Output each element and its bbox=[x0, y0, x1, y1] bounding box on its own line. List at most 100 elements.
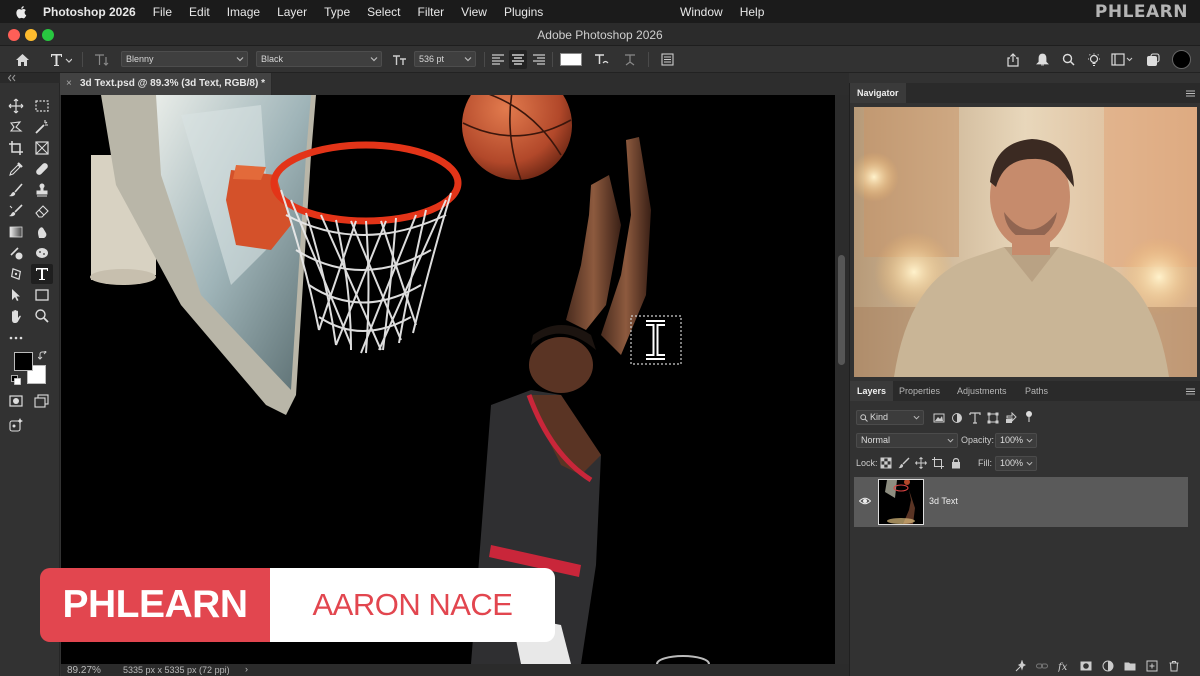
blend-mode-dropdown[interactable]: Normal bbox=[856, 433, 958, 448]
foreground-color-swatch[interactable] bbox=[14, 352, 33, 371]
vertical-scrollbar[interactable] bbox=[835, 95, 849, 664]
panel-menu-icon[interactable] bbox=[1186, 388, 1195, 395]
user-avatar[interactable] bbox=[1170, 46, 1192, 73]
close-tab-icon[interactable]: × bbox=[66, 78, 72, 89]
add-mask-icon[interactable] bbox=[1080, 660, 1092, 672]
lock-position-icon[interactable] bbox=[915, 457, 927, 469]
align-left-button[interactable] bbox=[489, 46, 507, 73]
new-layer-icon[interactable] bbox=[1146, 660, 1158, 672]
menu-image[interactable]: Image bbox=[227, 5, 260, 19]
crop-tool[interactable] bbox=[5, 138, 27, 158]
share-button[interactable] bbox=[1003, 46, 1023, 73]
create-3d-text-button[interactable] bbox=[620, 46, 640, 73]
filter-smart-object-icon[interactable] bbox=[1005, 412, 1017, 424]
lasso-tool[interactable] bbox=[5, 117, 27, 137]
menu-edit[interactable]: Edit bbox=[189, 5, 210, 19]
filter-type-icon[interactable] bbox=[969, 412, 981, 424]
layer-effects-icon[interactable]: fx bbox=[1058, 660, 1070, 672]
quick-actions-icon[interactable] bbox=[1014, 660, 1026, 672]
filter-shape-icon[interactable] bbox=[987, 412, 999, 424]
smudge-tool[interactable] bbox=[31, 222, 53, 242]
tab-adjustments[interactable]: Adjustments bbox=[950, 381, 1014, 401]
zoom-level[interactable]: 89.27% bbox=[67, 665, 101, 676]
menu-plugins[interactable]: Plugins bbox=[504, 5, 543, 19]
status-info-menu[interactable]: › bbox=[245, 664, 248, 674]
notifications-button[interactable] bbox=[1032, 46, 1052, 73]
tab-properties[interactable]: Properties bbox=[892, 381, 947, 401]
rectangle-tool[interactable] bbox=[31, 285, 53, 305]
lock-artboard-icon[interactable] bbox=[932, 457, 944, 469]
lock-all-icon[interactable] bbox=[950, 457, 962, 469]
font-style-dropdown[interactable]: Black bbox=[256, 51, 382, 67]
delete-layer-icon[interactable] bbox=[1168, 660, 1180, 672]
panel-menu-icon[interactable] bbox=[1186, 90, 1195, 97]
text-color-swatch[interactable] bbox=[559, 46, 583, 73]
menu-filter[interactable]: Filter bbox=[417, 5, 444, 19]
home-button[interactable] bbox=[12, 46, 32, 73]
zoom-tool[interactable] bbox=[31, 306, 53, 326]
navigator-preview[interactable] bbox=[854, 107, 1197, 377]
menu-file[interactable]: File bbox=[153, 5, 172, 19]
link-layers-icon[interactable] bbox=[1036, 660, 1048, 672]
history-brush-tool[interactable] bbox=[5, 201, 27, 221]
brush-tool[interactable] bbox=[5, 180, 27, 200]
marquee-tool[interactable] bbox=[31, 96, 53, 116]
tool-preset-picker[interactable] bbox=[46, 46, 76, 73]
generative-button[interactable] bbox=[5, 415, 27, 435]
clone-stamp-tool[interactable] bbox=[31, 180, 53, 200]
lock-image-pixels-icon[interactable] bbox=[898, 457, 910, 469]
new-group-icon[interactable] bbox=[1124, 660, 1136, 672]
lock-transparent-pixels-icon[interactable] bbox=[880, 457, 892, 469]
menu-window[interactable]: Window bbox=[680, 5, 723, 19]
menu-app-name[interactable]: Photoshop 2026 bbox=[43, 5, 136, 19]
layer-name[interactable]: 3d Text bbox=[929, 496, 958, 506]
font-size-dropdown[interactable]: 536 pt bbox=[414, 51, 476, 67]
dodge-tool[interactable] bbox=[5, 243, 27, 263]
edit-toolbar-button[interactable] bbox=[5, 327, 27, 347]
plugins-button[interactable] bbox=[1143, 46, 1163, 73]
pen-tool[interactable] bbox=[5, 264, 27, 284]
align-center-button[interactable] bbox=[509, 50, 527, 69]
filter-pixel-icon[interactable] bbox=[933, 412, 945, 424]
gradient-tool[interactable] bbox=[5, 222, 27, 242]
type-tool[interactable] bbox=[31, 264, 53, 284]
menu-select[interactable]: Select bbox=[367, 5, 400, 19]
workspace-button[interactable] bbox=[1109, 46, 1135, 73]
apple-icon[interactable] bbox=[15, 5, 29, 19]
layer-row[interactable]: 3d Text bbox=[854, 477, 1188, 527]
fill-field[interactable]: 100% bbox=[995, 456, 1037, 471]
menu-view[interactable]: View bbox=[461, 5, 487, 19]
search-button[interactable] bbox=[1058, 46, 1078, 73]
screen-mode-button[interactable] bbox=[31, 391, 53, 411]
layer-thumbnail[interactable] bbox=[878, 479, 924, 525]
new-adjustment-layer-icon[interactable] bbox=[1102, 660, 1114, 672]
filter-toggle-icon[interactable] bbox=[1023, 410, 1035, 422]
scrollbar-thumb[interactable] bbox=[838, 255, 845, 365]
document-tab[interactable]: × 3d Text.psd @ 89.3% (3d Text, RGB/8) * bbox=[60, 73, 272, 95]
frame-tool[interactable] bbox=[31, 138, 53, 158]
tab-navigator[interactable]: Navigator bbox=[850, 83, 906, 103]
warp-text-button[interactable] bbox=[592, 46, 612, 73]
font-family-dropdown[interactable]: Blenny bbox=[121, 51, 248, 67]
tab-layers[interactable]: Layers bbox=[850, 381, 894, 401]
menu-layer[interactable]: Layer bbox=[277, 5, 307, 19]
layer-filter-kind-dropdown[interactable]: Kind bbox=[856, 410, 924, 425]
hand-tool[interactable] bbox=[5, 306, 27, 326]
discover-button[interactable] bbox=[1084, 46, 1104, 73]
character-panel-button[interactable] bbox=[657, 46, 677, 73]
filter-adjustment-icon[interactable] bbox=[951, 412, 963, 424]
swap-colors-icon[interactable] bbox=[38, 351, 48, 361]
eyedropper-tool[interactable] bbox=[5, 159, 27, 179]
magic-wand-tool[interactable] bbox=[31, 117, 53, 137]
default-colors-icon[interactable] bbox=[11, 375, 21, 385]
toggle-text-orientation-button[interactable] bbox=[90, 46, 112, 73]
spot-healing-tool[interactable] bbox=[31, 159, 53, 179]
align-right-button[interactable] bbox=[530, 46, 548, 73]
menu-type[interactable]: Type bbox=[324, 5, 350, 19]
tab-paths[interactable]: Paths bbox=[1018, 381, 1055, 401]
quick-mask-button[interactable] bbox=[5, 391, 27, 411]
move-tool[interactable] bbox=[5, 96, 27, 116]
eraser-tool[interactable] bbox=[31, 201, 53, 221]
menu-help[interactable]: Help bbox=[740, 5, 765, 19]
toolbox-collapse-strip[interactable] bbox=[0, 73, 60, 83]
